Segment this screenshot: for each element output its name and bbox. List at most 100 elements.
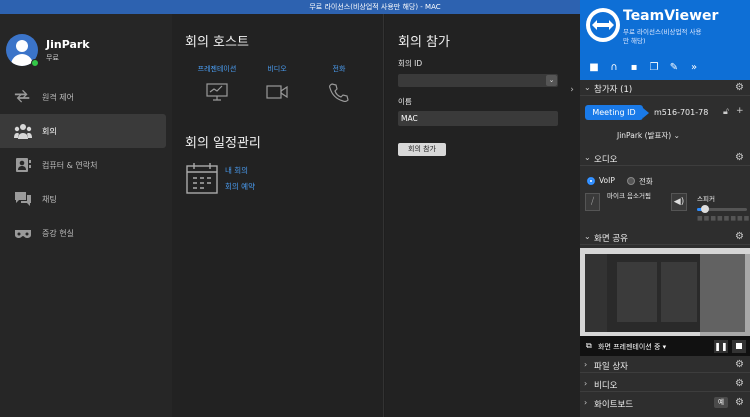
gear-icon[interactable]: ⚙ [735,231,744,242]
video-label: 비디오 [267,65,287,73]
video-option[interactable]: 비디오 [247,64,307,106]
screen-share-label[interactable]: 화면 프레젠테이션 중 ▾ [598,342,666,352]
chevron-right-icon: › [584,379,588,388]
sidebar-item-remote-control[interactable]: 원격 제어 [0,80,172,114]
double-chevron-right-icon[interactable]: » [686,60,702,74]
phone-label: 전화 [332,65,346,73]
my-meetings-link[interactable]: 내 회의 [225,165,248,176]
join-meeting-button[interactable]: 회의 참가 [398,143,446,156]
screen-share-controls: ⧉ 화면 프레젠테이션 중 ▾ ❚❚ [580,336,750,356]
lock-icon[interactable]: 🔓︎ [723,107,729,117]
presentation-label: 프레젠테이션 [197,65,237,73]
speaker-icon[interactable]: ◀) [671,193,687,211]
chat-icon [15,192,31,206]
chevron-right-icon[interactable]: › [565,82,579,98]
speaker-volume-slider[interactable] [697,205,747,213]
presentation-option[interactable]: 프레젠테이션 [187,64,247,106]
phone-radio[interactable] [627,177,635,185]
mic-muted-icon[interactable]: ⧸ [585,193,600,211]
file-box-title: 파일 상자 [594,362,628,372]
presentation-icon [206,83,228,101]
join-meeting-panel: 회의 참가 회의 ID ⌄ 이름 MAC 회의 참가 [385,14,580,417]
sidebar-item-label: 증강 현실 [42,228,74,238]
panel-toolbar: ■ ∩ ▪ ❐ ✎ » [586,60,746,76]
brand-name: TeamViewer [623,8,719,24]
screen-share-preview: ⧉ 화면 프레젠테이션 중 ▾ ❚❚ [580,248,750,356]
calendar-icon [186,163,218,194]
online-status-dot [31,59,39,67]
video-title: 비디오 [594,381,618,391]
participant-name[interactable]: JinPark (발표자) ⌄ [617,130,680,141]
gear-icon[interactable]: ⚙ [735,397,744,408]
add-participant-icon[interactable]: + [736,106,744,116]
schedule-title: 회의 일정관리 [185,136,261,151]
name-field[interactable]: MAC [398,111,558,126]
participants-section-header[interactable]: ⌄ 참가자 (1) ⚙ [580,80,750,96]
chevron-right-icon: › [584,360,588,369]
chevron-down-icon: ⌄ [584,153,591,162]
screen-share-icon: ⧉ [586,341,592,350]
chevron-down-icon: ⌄ [584,232,591,241]
speaker-level-meter: ■■■■■■■■■■■ [697,215,750,222]
whiteboard-title: 화이트보드 [594,400,634,410]
sidebar-item-ar[interactable]: 증강 현실 [0,216,172,250]
file-box-section-header[interactable]: › 파일 상자 ⚙ [580,357,750,373]
chevron-down-icon[interactable]: ⌄ [546,75,557,86]
copy-icon[interactable]: ❐ [646,60,662,74]
sidebar-item-label: 채팅 [42,194,57,204]
arrows-icon [14,89,30,103]
video-section-header[interactable]: › 비디오 ⚙ [580,376,750,392]
name-label: 이름 [398,97,412,106]
teamviewer-header: TeamViewer 무료 라이선스(비상업적 사용만 해당) ■ ∩ ▪ ❐ … [580,0,750,80]
pause-button[interactable]: ❚❚ [714,340,728,353]
meeting-id-badge: Meeting ID [585,105,649,120]
screen-share-title: 화면 공유 [594,234,628,244]
headset-icon[interactable]: ∩ [606,60,622,74]
sidebar-item-label: 컴퓨터 & 연락처 [42,160,98,170]
screen-share-section-header[interactable]: ⌄ 화면 공유 ⚙ [580,229,750,245]
gear-icon[interactable]: ⚙ [735,152,744,163]
speaker-label: 스피커 [697,195,715,203]
stop-button[interactable] [732,340,746,353]
teamviewer-meeting-panel: TeamViewer 무료 라이선스(비상업적 사용만 해당) ■ ∩ ▪ ❐ … [580,0,750,417]
video-camera-icon[interactable]: ■ [586,60,602,74]
gear-icon[interactable]: ⚙ [735,359,744,370]
speaker-volume-knob[interactable] [700,205,709,213]
brush-icon[interactable]: ✎ [666,60,682,74]
gear-icon[interactable]: ⚙ [735,378,744,389]
chevron-right-icon: › [584,398,588,407]
audio-section-header[interactable]: ⌄ 오디오 ⚙ [580,150,750,166]
meeting-id-text: m516-701-78 [654,108,709,117]
phone-label: 전화 [639,177,653,186]
phone-option[interactable]: 전화 [309,64,369,106]
people-icon [14,124,32,139]
whiteboard-section-header[interactable]: › 화이트보드 예 ⚙ [580,395,750,411]
voip-radio[interactable] [587,177,595,185]
meeting-id-value [398,82,401,91]
sidebar-nav: 원격 제어 회의 컴퓨터 & 연락처 채팅 증강 현실 [0,80,172,250]
mic-label: 마이크 음소거됨 [607,192,651,200]
video-icon [266,85,288,99]
contacts-icon [16,158,31,172]
ar-glasses-icon [15,230,31,238]
chevron-down-icon: ⌄ [584,83,591,92]
sidebar-item-chat[interactable]: 채팅 [0,182,172,216]
teamviewer-logo-icon [586,8,620,42]
user-name: JinPark [46,38,90,51]
schedule-meeting-link[interactable]: 회의 예약 [225,181,255,192]
participants-title: 참가자 (1) [594,85,633,95]
host-title: 회의 호스트 [185,35,249,50]
sidebar: JinPark 무료 원격 제어 회의 컴퓨터 & 연락처 채팅 증강 현실 [0,14,172,417]
chat-icon[interactable]: ▪ [626,60,642,74]
join-title: 회의 참가 [398,35,450,50]
sidebar-item-label: 원격 제어 [42,92,74,102]
sidebar-item-label: 회의 [42,126,57,136]
sidebar-item-meeting[interactable]: 회의 [0,114,166,148]
meeting-id-label: 회의 ID [398,59,423,68]
whiteboard-badge: 예 [714,397,728,408]
gear-icon[interactable]: ⚙ [735,82,744,93]
sidebar-item-contacts[interactable]: 컴퓨터 & 연락처 [0,148,172,182]
license-subtitle: 무료 라이선스(비상업적 사용만 해당) [623,28,702,45]
phone-icon [329,83,349,103]
meeting-id-select[interactable]: ⌄ [398,74,558,87]
